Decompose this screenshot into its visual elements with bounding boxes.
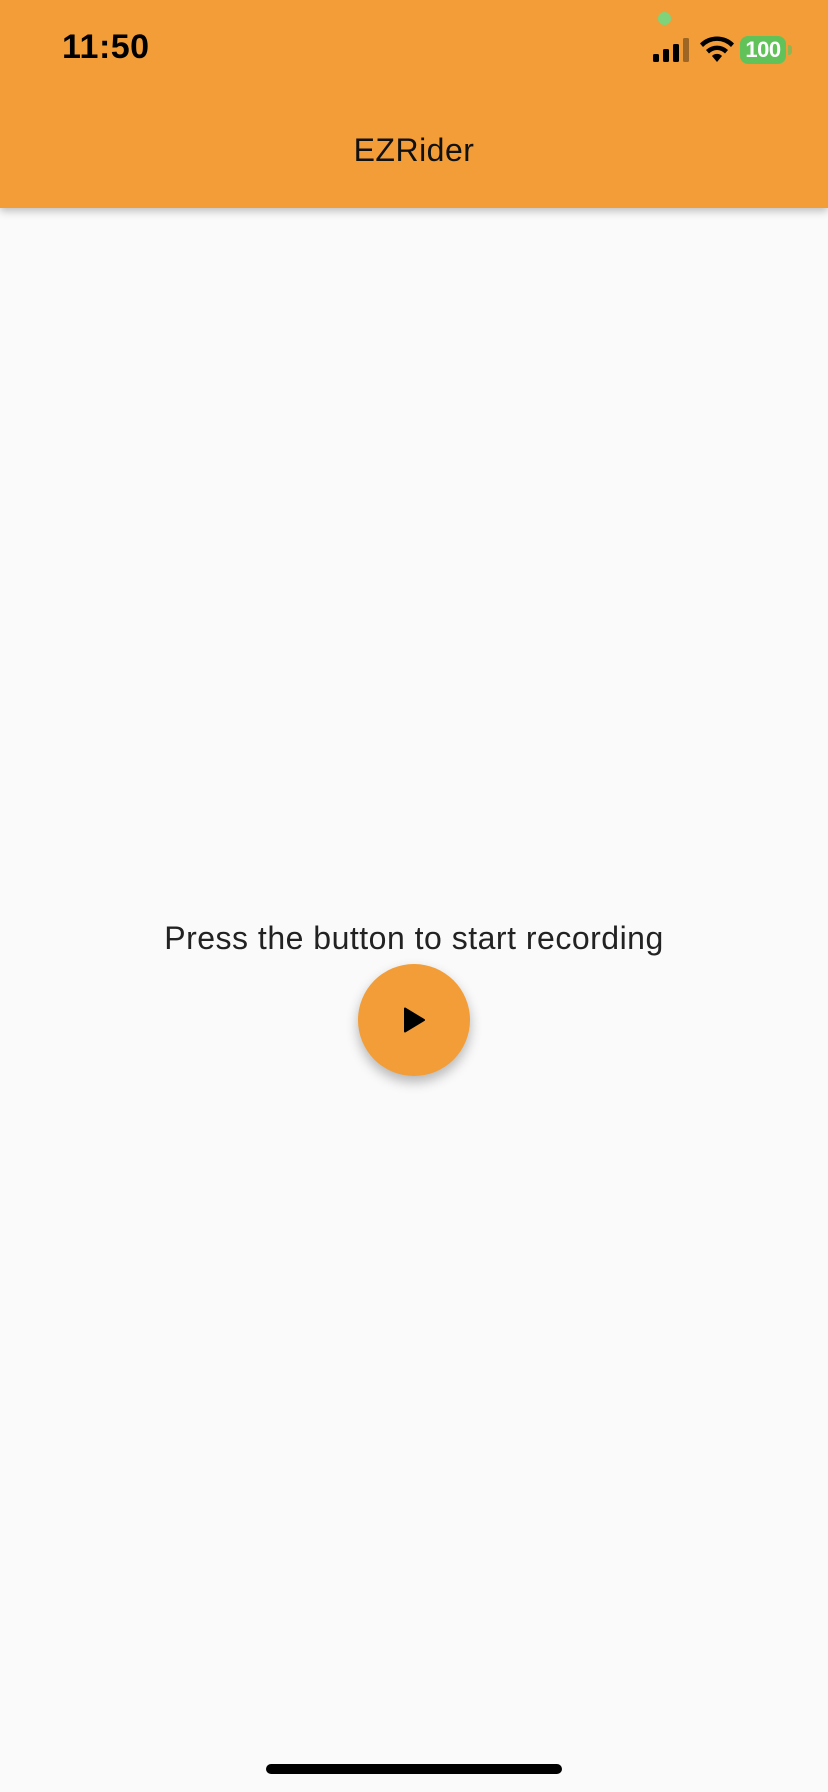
status-bar: 11:50 100 bbox=[0, 0, 828, 100]
start-recording-button[interactable] bbox=[358, 964, 470, 1076]
battery-level: 100 bbox=[740, 36, 786, 64]
home-indicator[interactable] bbox=[266, 1764, 562, 1774]
recording-prompt-block: Press the button to start recording bbox=[0, 920, 828, 957]
play-icon bbox=[404, 1007, 425, 1033]
status-time: 11:50 bbox=[62, 28, 150, 66]
wifi-icon bbox=[700, 36, 734, 62]
app-title: EZRider bbox=[353, 132, 475, 168]
recording-prompt-text: Press the button to start recording bbox=[164, 920, 664, 956]
privacy-indicator-dot bbox=[658, 12, 671, 25]
battery-cap bbox=[788, 45, 792, 55]
cellular-signal-icon bbox=[653, 38, 689, 62]
app-screen: 11:50 100 EZRider Press the button to st… bbox=[0, 0, 828, 1792]
battery-icon: 100 bbox=[740, 36, 792, 64]
app-header: 11:50 100 EZRider bbox=[0, 0, 828, 208]
